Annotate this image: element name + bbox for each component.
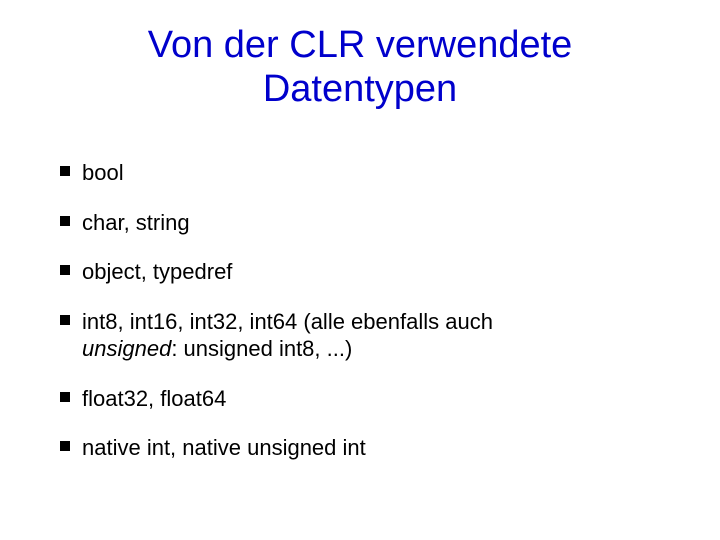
list-item: object, typedref [60, 258, 660, 286]
title-line-1: Von der CLR verwendete [148, 24, 573, 66]
list-item: native int, native unsigned int [60, 434, 660, 462]
bullet-text: char, string [82, 210, 190, 235]
bullet-text: int8, int16, int32, int64 (alle ebenfall… [82, 309, 493, 334]
bullet-text: bool [82, 160, 124, 185]
title-line-2: Datentypen [263, 68, 457, 110]
bullet-list: bool char, string object, typedref int8,… [60, 159, 660, 462]
bullet-text: float32, float64 [82, 386, 226, 411]
bullet-text-line2: unsigned: unsigned int8, ...) [82, 336, 352, 361]
list-item: int8, int16, int32, int64 (alle ebenfall… [60, 308, 660, 363]
bullet-text: native int, native unsigned int [82, 435, 366, 460]
slide-title: Von der CLR verwendete Datentypen [60, 24, 660, 111]
list-item: bool [60, 159, 660, 187]
tail-text: : unsigned int8, ...) [171, 336, 352, 361]
italic-word: unsigned [82, 336, 171, 361]
slide: Von der CLR verwendete Datentypen bool c… [0, 0, 720, 540]
bullet-text: object, typedref [82, 259, 232, 284]
list-item: char, string [60, 209, 660, 237]
list-item: float32, float64 [60, 385, 660, 413]
